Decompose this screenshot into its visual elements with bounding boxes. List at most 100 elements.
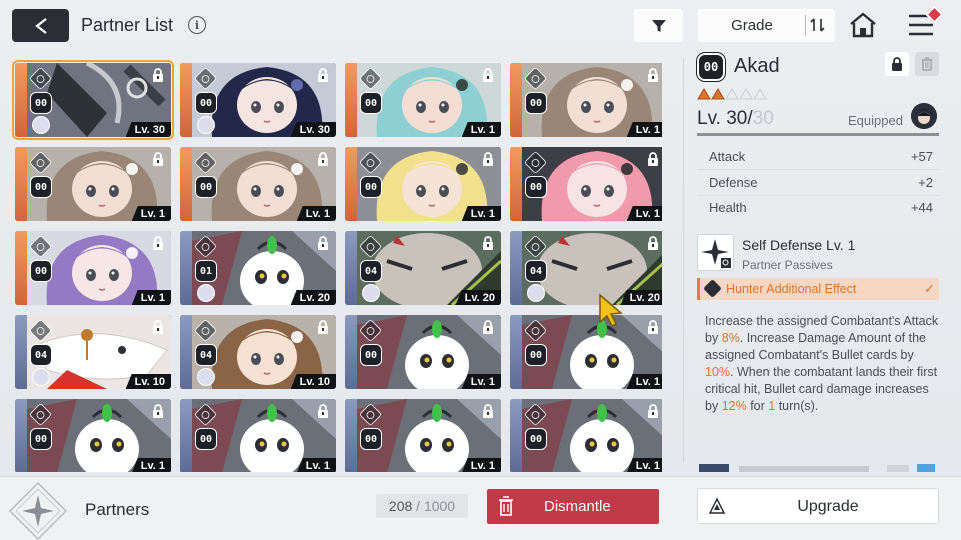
lock-icon — [647, 236, 659, 250]
effect-label: Hunter Additional Effect — [726, 282, 857, 296]
rarity-strip — [345, 63, 357, 137]
filter-button[interactable] — [634, 9, 683, 42]
sort-dropdown[interactable]: Grade — [698, 9, 835, 42]
partner-card[interactable]: 00 Lv. 1 — [510, 399, 662, 472]
rarity-strip — [15, 147, 27, 221]
rarity-strip — [180, 231, 192, 305]
stat-label: Attack — [709, 149, 746, 164]
grade-star — [711, 88, 725, 100]
partner-number-badge: 00 — [525, 176, 547, 198]
partner-card[interactable]: 00 Lv. 1 — [345, 147, 501, 221]
equipped-avatar-icon — [32, 368, 50, 386]
partner-card[interactable]: 04 Lv. 10 — [15, 315, 171, 389]
home-icon[interactable] — [848, 11, 878, 39]
trash-button[interactable] — [915, 52, 939, 76]
info-icon[interactable]: i — [188, 16, 206, 34]
partner-number-badge: 04 — [360, 260, 382, 282]
partner-number-badge: 04 — [195, 344, 217, 366]
rarity-strip — [345, 399, 357, 472]
pointer-cursor-icon — [599, 293, 623, 327]
hunter-effect-bar[interactable]: Hunter Additional Effect ✓ — [697, 278, 939, 300]
grade-star — [697, 88, 711, 100]
lock-icon — [647, 152, 659, 166]
lock-icon — [152, 320, 164, 334]
partner-card[interactable]: 00 Lv. 1 — [15, 147, 171, 221]
level-tag: Lv. 1 — [461, 374, 501, 389]
upgrade-label: Upgrade — [797, 498, 859, 515]
compass-emblem-icon — [8, 481, 68, 540]
partner-number-badge: 00 — [30, 176, 52, 198]
lock-icon — [152, 152, 164, 166]
star-compass-icon — [701, 239, 731, 268]
description-text: for — [746, 399, 769, 413]
partner-grid: 00 Lv. 30 00 Lv. 30 00 Lv. 1 00 Lv. 1 00… — [12, 60, 662, 472]
lock-icon — [647, 68, 659, 82]
back-button[interactable] — [12, 9, 69, 42]
level-tag: Lv. 1 — [626, 122, 662, 137]
partner-number-badge: 00 — [195, 92, 217, 114]
partner-card[interactable]: 00 Lv. 1 — [510, 147, 662, 221]
partner-card[interactable]: 00 Lv. 1 — [345, 315, 501, 389]
level-tag: Lv. 1 — [461, 122, 501, 137]
dismantle-button[interactable]: Dismantle — [487, 489, 659, 524]
grade-star — [739, 88, 753, 100]
partner-number-badge: 00 — [360, 428, 382, 450]
partner-level: Lv. 30/30 — [697, 108, 774, 129]
partner-card[interactable]: 00 Lv. 1 — [345, 399, 501, 472]
equipped-avatar-icon — [362, 284, 380, 302]
partner-card[interactable]: 00 Lv. 1 — [180, 147, 336, 221]
partner-card[interactable]: 00 Lv. 1 — [15, 231, 171, 305]
rarity-strip — [15, 63, 27, 137]
footer-title: Partners — [85, 500, 150, 519]
lock-icon — [482, 152, 494, 166]
skill-icon[interactable] — [697, 234, 734, 271]
lock-icon — [317, 404, 329, 418]
sort-toggle-icon[interactable] — [809, 16, 827, 34]
rarity-strip — [15, 315, 27, 389]
partner-card[interactable]: 01 Lv. 20 — [180, 231, 336, 305]
rarity-strip — [510, 315, 522, 389]
rarity-strip — [510, 399, 522, 472]
level-tag: Lv. 10 — [125, 374, 171, 389]
partner-card[interactable]: 00 Lv. 1 — [180, 399, 336, 472]
lock-icon — [152, 68, 164, 82]
partner-number-badge: 00 — [525, 92, 547, 114]
partner-card[interactable]: 04 Lv. 20 — [345, 231, 501, 305]
partner-detail-panel: 00 Akad Lv. 30/30 Equipped Attack +57 Defe… — [683, 52, 951, 472]
equipped-avatar-icon — [197, 116, 215, 134]
lock-icon — [317, 236, 329, 250]
lock-icon — [317, 68, 329, 82]
trash-icon — [499, 496, 513, 516]
partner-number-badge: 01 — [195, 260, 217, 282]
partner-card[interactable]: 00 Lv. 1 — [15, 399, 171, 472]
partner-number-badge: 00 — [525, 344, 547, 366]
grade-stars — [697, 88, 767, 100]
partner-card[interactable]: 04 Lv. 20 — [510, 231, 662, 305]
rarity-strip — [510, 63, 522, 137]
partner-card[interactable]: 00 Lv. 30 — [180, 63, 336, 137]
dismantle-label: Dismantle — [544, 498, 611, 515]
partner-card[interactable]: 00 Lv. 1 — [345, 63, 501, 137]
lock-button[interactable] — [885, 52, 909, 76]
stat-value: +44 — [910, 200, 933, 215]
partner-card[interactable]: 00 Lv. 30 — [12, 60, 174, 140]
lock-icon — [482, 236, 494, 250]
upgrade-button[interactable]: Upgrade — [697, 488, 939, 524]
partner-card[interactable]: 00 Lv. 1 — [510, 63, 662, 137]
rarity-strip — [15, 399, 27, 472]
partner-card[interactable]: 04 Lv. 10 — [180, 315, 336, 389]
partner-card[interactable]: 00 Lv. 1 — [510, 315, 662, 389]
trash-icon — [922, 57, 932, 71]
level-tag: Lv. 1 — [461, 458, 501, 472]
equipped-combatant-avatar[interactable] — [911, 103, 937, 129]
highlight-value: 12% — [721, 399, 747, 413]
level-progress-bar — [697, 133, 939, 136]
equipped-label: Equipped — [848, 113, 903, 128]
highlight-value: 10% — [705, 365, 731, 379]
lock-icon — [482, 404, 494, 418]
rarity-strip — [180, 315, 192, 389]
lock-icon — [647, 404, 659, 418]
rarity-strip — [180, 63, 192, 137]
sort-divider — [805, 15, 806, 36]
footer-bar: Partners 208 / 1000 Dismantle Upgrade — [0, 476, 961, 540]
